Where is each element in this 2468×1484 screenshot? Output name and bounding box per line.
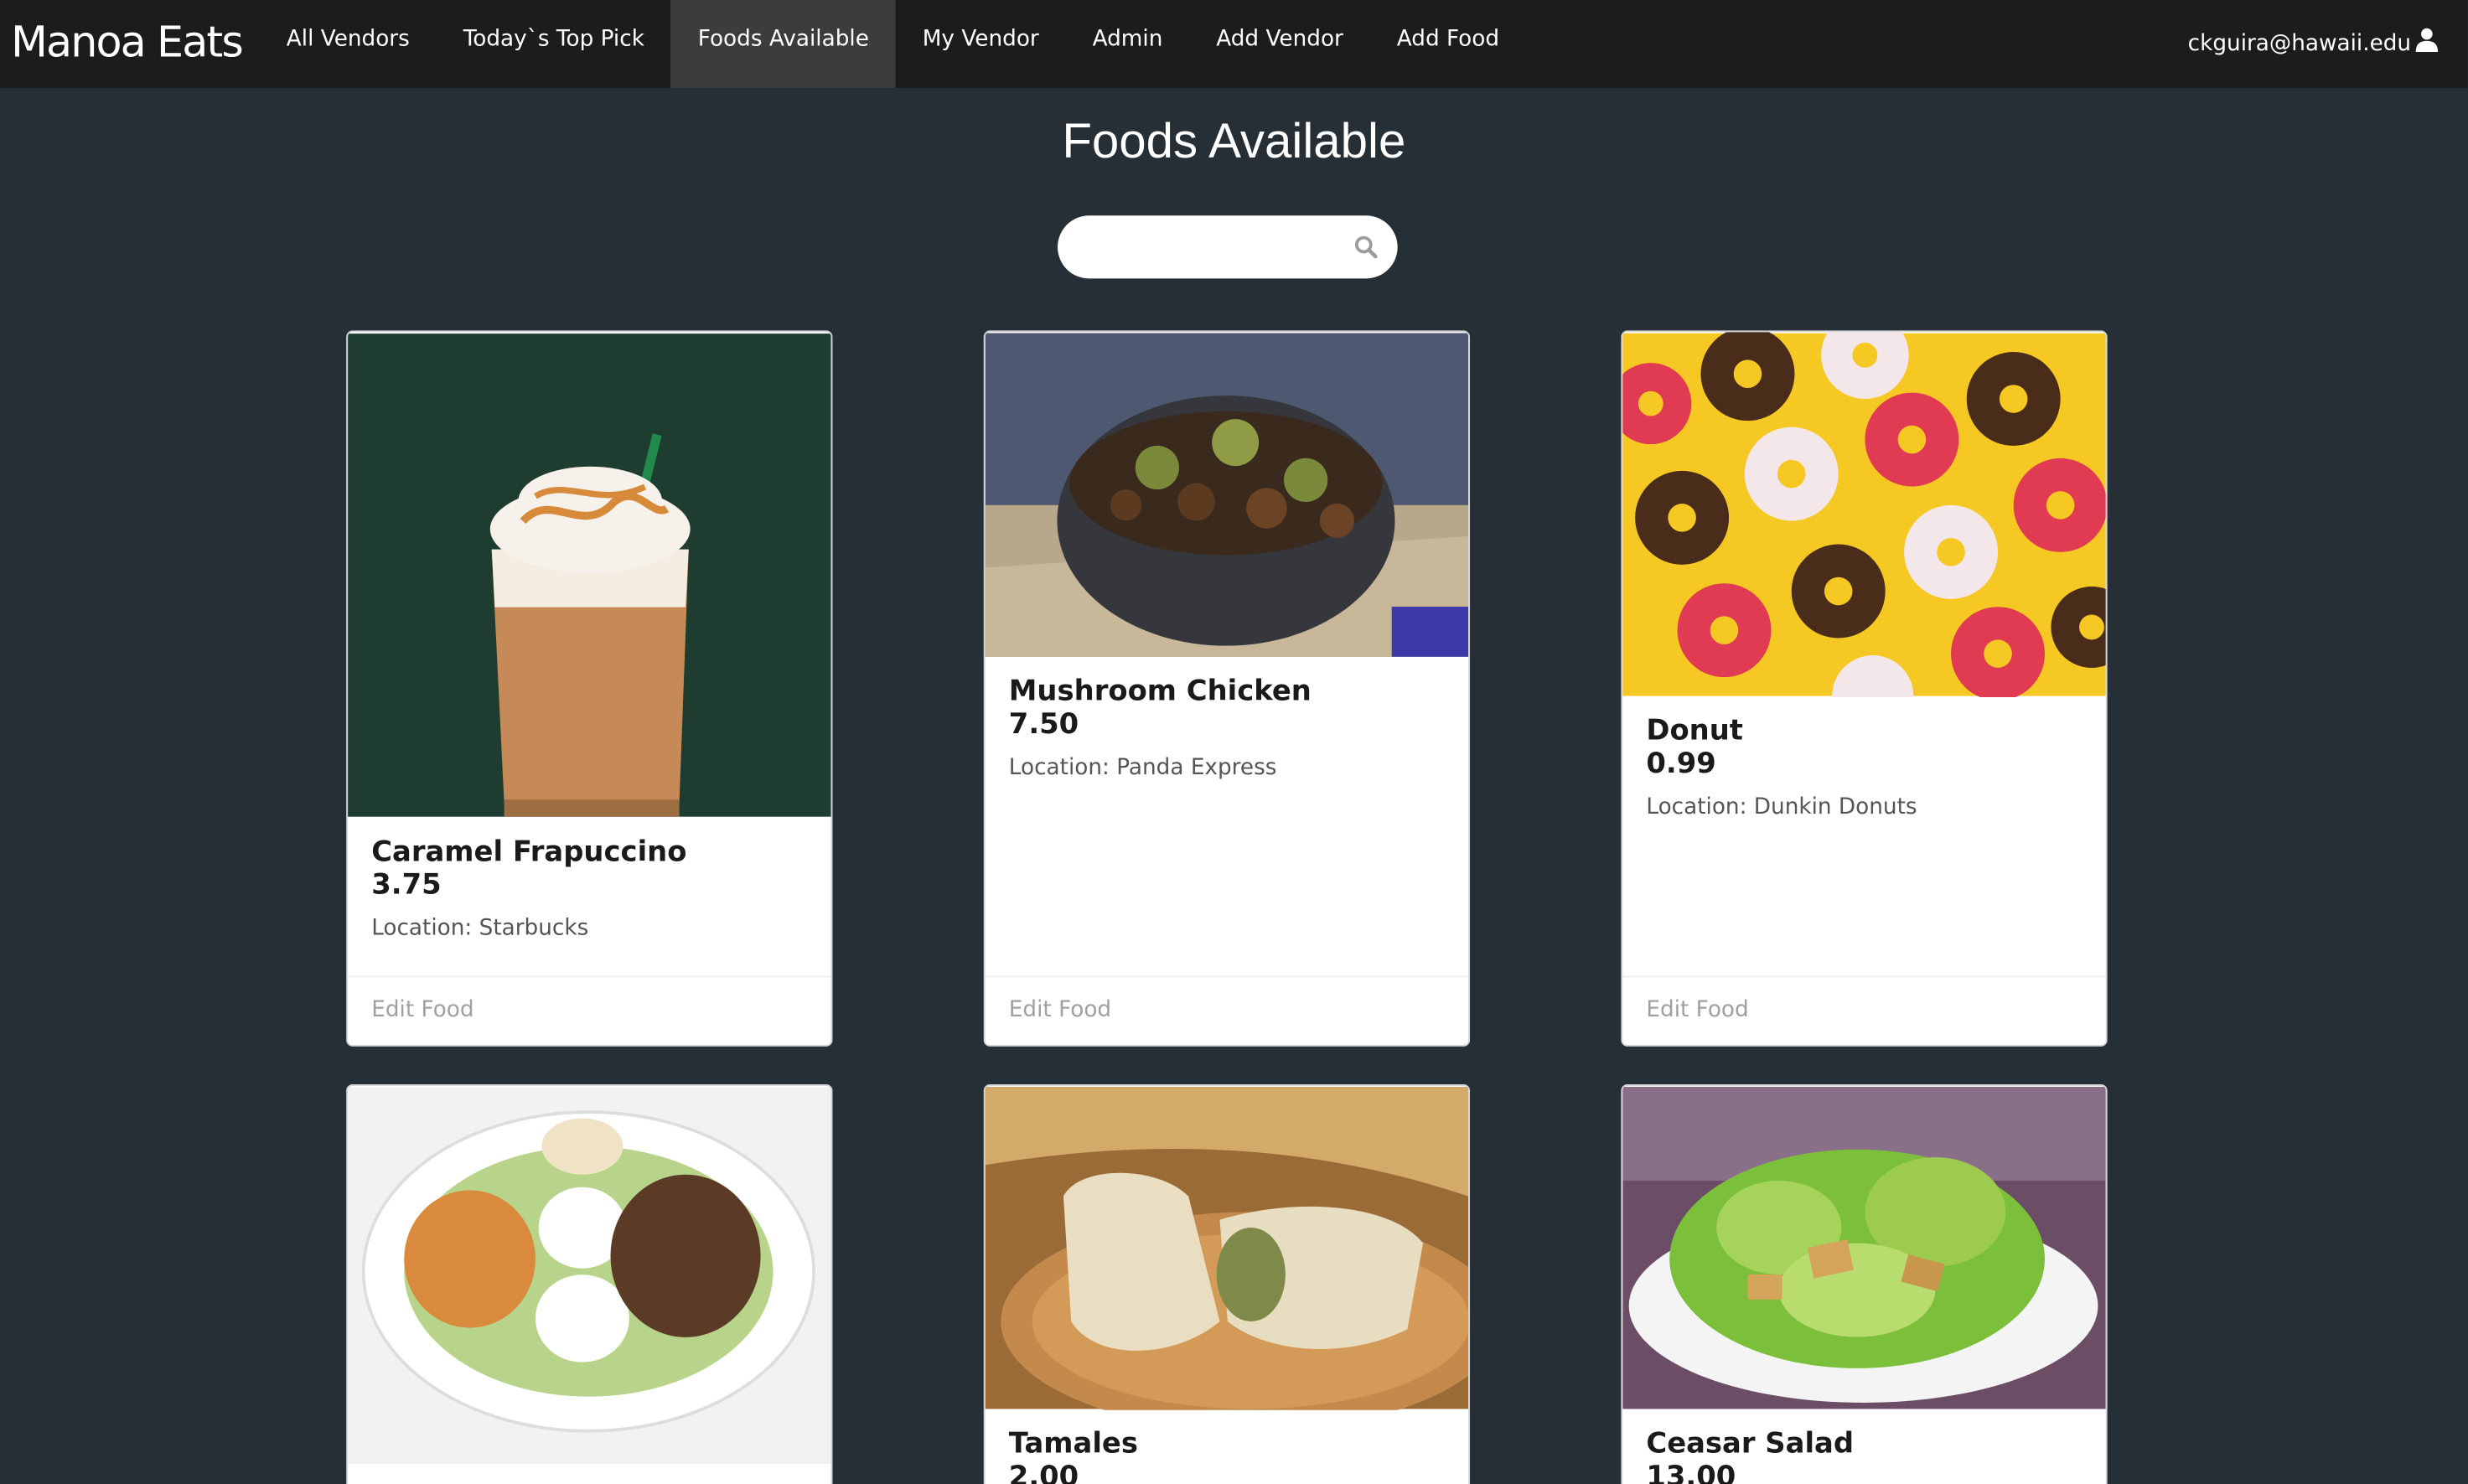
nav-foods-available[interactable]: Foods Available (670, 0, 896, 89)
nav-todays-top-pick[interactable]: Today`s Top Pick (437, 0, 671, 88)
nav-all-vendors[interactable]: All Vendors (260, 0, 437, 88)
page: Manoa Eats All Vendors Today`s Top Pick … (0, 0, 2468, 1484)
search-box[interactable] (1058, 215, 1398, 279)
edit-food-link[interactable]: Edit Food (985, 975, 1469, 1045)
card-body: Caramel Frapuccino 3.75 Location: Starbu… (348, 819, 831, 941)
food-location: Location: Starbucks (371, 915, 589, 942)
caesar-salad-image (1622, 1087, 2106, 1409)
page-title: Foods Available (1062, 113, 1406, 168)
plate-lunch-image (348, 1087, 831, 1464)
card-body: Donut 0.99 Location: Dunkin Donuts (1622, 697, 2106, 820)
edit-food-link[interactable]: Edit Food (1622, 975, 2106, 1045)
food-name: Tamales (1008, 1427, 1138, 1461)
food-price: 0.99 (1646, 747, 1716, 781)
user-email: ckguira@hawaii.edu (2187, 31, 2412, 57)
donuts-image (1622, 332, 2106, 697)
food-card: Ceasar Salad 13.00 (1621, 1083, 2108, 1484)
food-price: 2.00 (1008, 1460, 1079, 1484)
food-price: 7.50 (1008, 708, 1079, 742)
tamales-image (985, 1087, 1469, 1410)
card-body: Tamales 2.00 (986, 1410, 1469, 1484)
food-price: 13.00 (1646, 1460, 1736, 1484)
nav-admin[interactable]: Admin (1066, 0, 1190, 88)
food-card: Caramel Frapuccino 3.75 Location: Starbu… (346, 330, 833, 1047)
caramel-frappuccino-image (348, 334, 831, 817)
food-location: Location: Panda Express (1008, 755, 1277, 781)
search-input[interactable] (1083, 215, 1357, 279)
food-card: Tamales 2.00 (983, 1083, 1471, 1484)
card-body: Ceasar Salad 13.00 (1622, 1410, 2106, 1484)
mushroom-chicken-image (985, 333, 1469, 657)
edit-food-link[interactable]: Edit Food (348, 975, 831, 1045)
search-icon[interactable] (1353, 235, 1379, 260)
food-price: 3.75 (371, 868, 442, 902)
stage: Manoa Eats All Vendors Today`s Top Pick … (0, 0, 2468, 1484)
nav-add-vendor[interactable]: Add Vendor (1189, 0, 1370, 88)
food-card: Donut 0.99 Location: Dunkin Donuts Edit … (1621, 330, 2108, 1047)
food-location: Location: Dunkin Donuts (1646, 794, 1917, 820)
user-menu[interactable]: ckguira@hawaii.edu (2188, 0, 2440, 88)
food-name: Mushroom Chicken (1008, 675, 1312, 709)
brand-logo[interactable]: Manoa Eats (0, 0, 260, 88)
card-body: Mushroom Chicken 7.50 Location: Panda Ex… (986, 658, 1469, 781)
card-body (348, 1465, 831, 1484)
food-name: Ceasar Salad (1646, 1427, 1855, 1461)
top-navbar: Manoa Eats All Vendors Today`s Top Pick … (0, 0, 2468, 89)
food-name: Donut (1646, 714, 1743, 748)
food-card (346, 1083, 833, 1484)
nav-add-food[interactable]: Add Food (1370, 0, 1526, 88)
food-name: Caramel Frapuccino (371, 835, 687, 869)
user-icon (2415, 28, 2439, 52)
food-card: Mushroom Chicken 7.50 Location: Panda Ex… (983, 330, 1471, 1047)
nav-my-vendor[interactable]: My Vendor (896, 0, 1066, 88)
